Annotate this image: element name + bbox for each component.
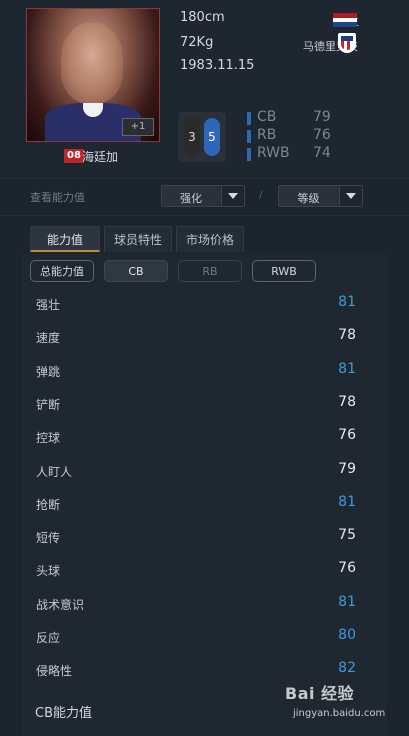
enhance-select-value: 强化: [180, 192, 202, 205]
stat-row: 头球 76: [36, 560, 356, 580]
stat-value: 82: [338, 660, 356, 677]
stat-value: 78: [338, 393, 356, 410]
watermark-url: jingyan.baidu.com: [293, 708, 386, 719]
position-value: 74: [313, 145, 331, 161]
player-face: [61, 23, 123, 103]
level-select[interactable]: 等级: [278, 185, 363, 207]
tab-player-traits[interactable]: 球员特性: [104, 226, 172, 252]
chevron-down-icon[interactable]: [221, 186, 244, 206]
upgrade-level-badge: +1: [122, 118, 154, 136]
stat-row: 抢断 81: [36, 494, 356, 514]
stat-row: 战术意识 81: [36, 594, 356, 614]
stat-name: 人盯人: [36, 464, 73, 479]
player-weight: 72Kg: [180, 35, 214, 50]
left-foot-rating: 3: [184, 118, 200, 156]
info-tabs: 能力值 球员特性 市场价格: [0, 222, 409, 254]
stat-value: 81: [338, 294, 356, 310]
stat-value: 81: [338, 593, 356, 610]
stat-row: 弹跳 81: [36, 361, 356, 381]
subtab-rwb[interactable]: RWB: [252, 260, 316, 282]
stat-name: 控球: [36, 431, 61, 446]
position-name: RB: [257, 127, 277, 143]
position-name: RWB: [257, 145, 290, 161]
position-value: 79: [313, 109, 331, 125]
watermark: Bai 经验 jingyan.baidu.com: [285, 680, 395, 726]
player-birthdate: 1983.11.15: [180, 58, 255, 73]
separator: /: [259, 190, 263, 201]
position-row: RWB 74: [247, 145, 347, 163]
stat-row: 侵略性 82: [36, 660, 356, 680]
jersey-number-badge: 08: [64, 149, 84, 163]
stat-row: 反应 80: [36, 627, 356, 647]
chevron-down-icon[interactable]: [339, 186, 362, 206]
netherlands-flag-icon: [333, 13, 357, 27]
stat-row: 控球 76: [36, 427, 356, 447]
stat-row: 强壮 81: [36, 294, 356, 314]
tab-market-price[interactable]: 市场价格: [176, 226, 244, 252]
section-title: CB能力值: [35, 706, 92, 721]
position-name: CB: [257, 109, 277, 125]
stat-value: 79: [338, 460, 356, 477]
stat-value: 81: [338, 493, 356, 510]
player-height: 180cm: [180, 10, 225, 25]
stat-row: 铲断 78: [36, 394, 356, 414]
stat-value: 75: [338, 527, 356, 544]
tab-abilities[interactable]: 能力值: [30, 226, 100, 252]
stat-row: 速度 78: [36, 327, 356, 347]
club-crest-icon: [338, 33, 356, 53]
subtab-rb[interactable]: RB: [178, 260, 242, 282]
stat-name: 铲断: [36, 397, 61, 412]
stat-name: 反应: [36, 631, 61, 645]
foot-rating: 3 5: [178, 112, 226, 162]
enhance-select[interactable]: 强化: [161, 185, 245, 207]
stat-value: 80: [338, 627, 356, 643]
level-select-value: 等级: [297, 192, 320, 205]
stat-name: 抢断: [36, 497, 61, 512]
position-value: 76: [313, 127, 331, 143]
stat-name: 头球: [36, 564, 61, 579]
abilities-panel: 总能力值 CB RB RWB 强壮 81 速度 78 弹跳 81 铲断 78 控球 76 人盯人 79…: [22, 254, 387, 736]
right-foot-rating: 5: [204, 118, 220, 156]
stat-value: 81: [338, 360, 356, 377]
stat-value: 76: [338, 427, 356, 444]
position-ratings: CB 79 RB 76 RWB 74: [247, 109, 347, 163]
stat-name: 强壮: [36, 298, 61, 312]
player-name: 海廷加: [82, 150, 119, 164]
stat-value: 78: [338, 327, 356, 344]
position-row: RB 76: [247, 127, 347, 145]
stat-name: 短传: [36, 531, 61, 546]
stat-name: 速度: [36, 331, 61, 346]
stat-name: 弹跳: [36, 364, 61, 379]
subtab-overall[interactable]: 总能力值: [30, 260, 94, 282]
stat-row: 人盯人 79: [36, 461, 356, 481]
stat-controls: 查看能力值 强化 / 等级: [0, 178, 409, 216]
stat-name: 侵略性: [36, 664, 73, 679]
subtab-cb[interactable]: CB: [104, 260, 168, 282]
position-row: CB 79: [247, 109, 347, 127]
stat-value: 76: [338, 560, 356, 577]
player-profile: +1 08 海廷加 180cm 72Kg 1983.11.15 荷兰 马德里竞技…: [0, 0, 409, 178]
stat-name: 战术意识: [36, 597, 85, 612]
stat-row: 短传 75: [36, 527, 356, 547]
watermark-brand: Bai 经验: [285, 684, 355, 703]
view-stats-label: 查看能力值: [30, 191, 85, 204]
